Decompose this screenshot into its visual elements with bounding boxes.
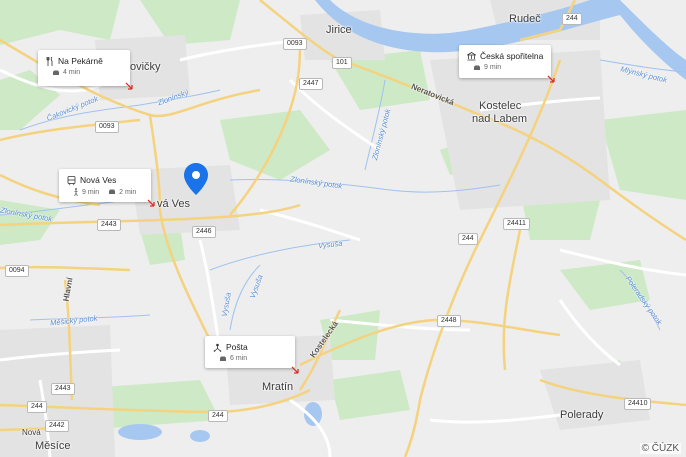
road-shield-101: 101 [332, 57, 352, 69]
car-icon [474, 65, 480, 70]
road-shield-244-top: 244 [562, 13, 582, 25]
poi-title: Nová Ves [80, 175, 117, 185]
road-shield-2442: 2442 [45, 420, 69, 432]
poi-title: Pošta [226, 342, 248, 352]
town-label-kostelec-line2: nad Labem [472, 113, 528, 125]
car-icon [53, 70, 59, 75]
town-label-nova-ves: vá Ves [157, 198, 191, 210]
car-icon [109, 189, 116, 194]
town-label-nova: Nová [22, 428, 41, 437]
road-shield-244-bottom-left: 244 [27, 401, 47, 413]
town-label-jirice: Jirice [326, 24, 352, 36]
poi-card-posta[interactable]: Pošta 6 min [205, 336, 299, 374]
road-shield-244-mid: 244 [458, 233, 478, 245]
road-shield-0093-left: 0093 [95, 121, 119, 133]
town-label-mesice: Měsíce [35, 440, 71, 452]
poi-title: Česká spořitelna [480, 51, 544, 61]
poi-card-na-pekarne[interactable]: Na Pekárně 4 min [38, 50, 133, 90]
restaurant-icon [46, 56, 53, 66]
pointer-arrow-icon [147, 199, 155, 207]
pointer-arrow-icon [547, 75, 555, 83]
road-shield-24410: 24410 [624, 398, 652, 410]
road-shield-0094: 0094 [5, 265, 29, 277]
poi-travel-time: 4 min [63, 69, 81, 76]
bank-icon [467, 51, 476, 60]
pointer-arrow-icon [125, 82, 133, 90]
poi-travel-time: 6 min [230, 355, 248, 362]
pointer-arrow-icon [291, 366, 299, 374]
town-label-kostelec-line1: Kostelec [479, 100, 522, 112]
map-attribution: © ČÚZK [639, 443, 681, 454]
car-icon [220, 356, 226, 361]
poi-card-ceska-sporitelna[interactable]: Česká spořitelna 9 min [459, 45, 555, 83]
road-shield-2448: 2448 [437, 315, 461, 327]
road-shield-2443-bottom: 2443 [51, 383, 75, 395]
poi-card-nova-ves-bus[interactable]: Nová Ves 9 min 2 min [59, 169, 155, 207]
town-label-rudec: Rudeč [509, 13, 541, 25]
town-label-novicky: ovičky [130, 61, 161, 73]
road-shield-2447: 2447 [299, 78, 323, 90]
poi-title: Na Pekárně [58, 56, 103, 66]
bus-icon [67, 175, 76, 185]
map-canvas[interactable]: Jirice Rudeč Kostelec nad Labem ovičky v… [0, 0, 686, 457]
poi-drive-time: 2 min [119, 188, 137, 196]
road-shield-0093-top: 0093 [283, 38, 307, 50]
road-shield-244-bottom: 244 [208, 410, 228, 422]
road-shield-2443-left: 2443 [97, 219, 121, 231]
road-shield-2446: 2446 [192, 226, 216, 238]
town-label-polerady: Polerady [560, 409, 604, 421]
walk-icon [74, 188, 78, 196]
location-pin-icon[interactable] [184, 163, 208, 195]
town-label-mratin: Mratín [262, 381, 294, 393]
road-shield-24411: 24411 [503, 218, 530, 230]
poi-walk-time: 9 min [82, 188, 100, 196]
post-icon [213, 343, 222, 352]
poi-travel-time: 9 min [484, 64, 502, 71]
